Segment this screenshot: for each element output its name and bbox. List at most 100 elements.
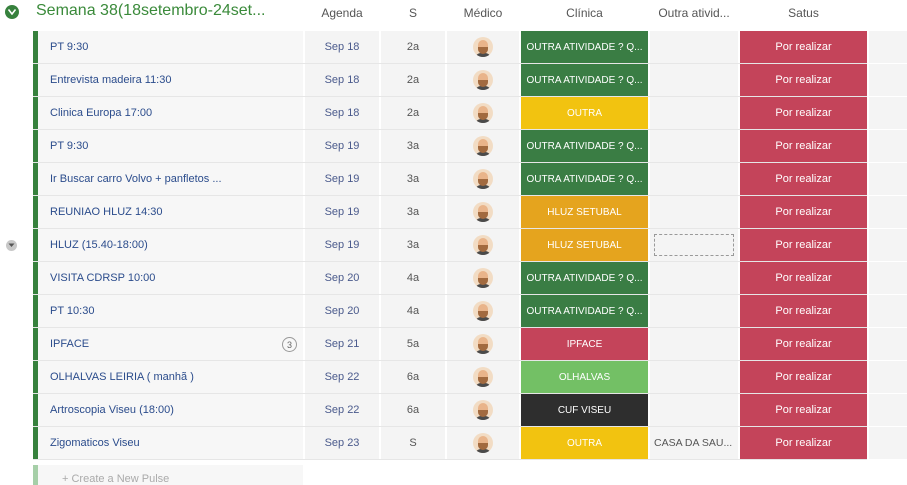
pulse-name[interactable]: Clinica Europa 17:00	[33, 97, 303, 129]
agenda-date-cell[interactable]: Sep 20	[305, 295, 379, 327]
table-row[interactable]: HLUZ (15.40-18:00) Sep 19 3a HLUZ SETUBAL Po…	[0, 229, 907, 262]
outra-atividade-cell[interactable]	[650, 130, 738, 162]
column-header-medico[interactable]: Médico	[447, 6, 519, 20]
medico-cell[interactable]	[447, 295, 519, 327]
satus-status-cell[interactable]: Por realizar	[740, 427, 867, 459]
outra-atividade-cell[interactable]: CASA DA SAU...	[650, 427, 738, 459]
table-row[interactable]: PT 9:30 Sep 19 3a OUTRA ATIVIDADE ? Q... Por…	[0, 130, 907, 163]
table-row[interactable]: Entrevista madeira 11:30 Sep 18 2a OUTRA AT…	[0, 64, 907, 97]
weekday-cell[interactable]: 3a	[381, 196, 445, 228]
agenda-date-cell[interactable]: Sep 22	[305, 361, 379, 393]
agenda-date-cell[interactable]: Sep 22	[305, 394, 379, 426]
medico-cell[interactable]	[447, 229, 519, 261]
medico-cell[interactable]	[447, 97, 519, 129]
clinica-status-cell[interactable]: HLUZ SETUBAL	[521, 229, 648, 261]
agenda-date-cell[interactable]: Sep 20	[305, 262, 379, 294]
weekday-cell[interactable]: 2a	[381, 64, 445, 96]
clinica-status-cell[interactable]: OUTRA ATIVIDADE ? Q...	[521, 64, 648, 96]
clinica-status-cell[interactable]: OUTRA ATIVIDADE ? Q...	[521, 295, 648, 327]
pulse-name[interactable]: HLUZ (15.40-18:00)	[33, 229, 303, 261]
clinica-status-cell[interactable]: HLUZ SETUBAL	[521, 196, 648, 228]
outra-atividade-cell[interactable]	[650, 262, 738, 294]
agenda-date-cell[interactable]: Sep 19	[305, 163, 379, 195]
agenda-date-cell[interactable]: Sep 18	[305, 31, 379, 63]
satus-status-cell[interactable]: Por realizar	[740, 262, 867, 294]
pulse-name[interactable]: VISITA CDRSP 10:00	[33, 262, 303, 294]
outra-atividade-cell[interactable]	[650, 64, 738, 96]
satus-status-cell[interactable]: Por realizar	[740, 31, 867, 63]
weekday-cell[interactable]: 3a	[381, 229, 445, 261]
satus-status-cell[interactable]: Por realizar	[740, 361, 867, 393]
column-header-agenda[interactable]: Agenda	[305, 6, 379, 20]
weekday-cell[interactable]: 3a	[381, 130, 445, 162]
medico-cell[interactable]	[447, 196, 519, 228]
satus-status-cell[interactable]: Por realizar	[740, 130, 867, 162]
clinica-status-cell[interactable]: OUTRA	[521, 427, 648, 459]
clinica-status-cell[interactable]: OUTRA	[521, 97, 648, 129]
table-row[interactable]: Artroscopia Viseu (18:00) Sep 22 6a CUF VIS…	[0, 394, 907, 427]
updates-count-badge[interactable]: 3	[282, 337, 297, 352]
agenda-date-cell[interactable]: Sep 19	[305, 130, 379, 162]
column-header-clinica[interactable]: Clínica	[521, 6, 648, 20]
outra-atividade-cell[interactable]	[650, 394, 738, 426]
pulse-name[interactable]: PT 9:30	[33, 130, 303, 162]
table-row[interactable]: IPFACE 3 Sep 21 5a IPFACE Por realizar	[0, 328, 907, 361]
pulse-name[interactable]: Artroscopia Viseu (18:00)	[33, 394, 303, 426]
medico-cell[interactable]	[447, 262, 519, 294]
satus-status-cell[interactable]: Por realizar	[740, 97, 867, 129]
group-title[interactable]: Semana 38(18setembro-24set...	[36, 2, 265, 20]
weekday-cell[interactable]: 6a	[381, 394, 445, 426]
satus-status-cell[interactable]: Por realizar	[740, 295, 867, 327]
satus-status-cell[interactable]: Por realizar	[740, 229, 867, 261]
pulse-name[interactable]: PT 9:30	[33, 31, 303, 63]
table-row[interactable]: OLHALVAS LEIRIA ( manhã ) Sep 22 6a OLHALVA…	[0, 361, 907, 394]
agenda-date-cell[interactable]: Sep 21	[305, 328, 379, 360]
table-row[interactable]: REUNIAO HLUZ 14:30 Sep 19 3a HLUZ SETUBAL Po…	[0, 196, 907, 229]
column-header-s[interactable]: S	[381, 6, 445, 20]
clinica-status-cell[interactable]: CUF VISEU	[521, 394, 648, 426]
pulse-name[interactable]: Zigomaticos Viseu	[33, 427, 303, 459]
weekday-cell[interactable]: 6a	[381, 361, 445, 393]
pulse-name[interactable]: REUNIAO HLUZ 14:30	[33, 196, 303, 228]
clinica-status-cell[interactable]: OLHALVAS	[521, 361, 648, 393]
pulse-name[interactable]: PT 10:30	[33, 295, 303, 327]
satus-status-cell[interactable]: Por realizar	[740, 64, 867, 96]
outra-atividade-cell[interactable]	[650, 328, 738, 360]
medico-cell[interactable]	[447, 394, 519, 426]
outra-atividade-cell[interactable]	[650, 361, 738, 393]
weekday-cell[interactable]: 2a	[381, 31, 445, 63]
outra-atividade-cell[interactable]	[650, 31, 738, 63]
weekday-cell[interactable]: 2a	[381, 97, 445, 129]
pulse-name[interactable]: Entrevista madeira 11:30	[33, 64, 303, 96]
pulse-name[interactable]: OLHALVAS LEIRIA ( manhã )	[33, 361, 303, 393]
clinica-status-cell[interactable]: OUTRA ATIVIDADE ? Q...	[521, 31, 648, 63]
medico-cell[interactable]	[447, 130, 519, 162]
clinica-status-cell[interactable]: OUTRA ATIVIDADE ? Q...	[521, 163, 648, 195]
agenda-date-cell[interactable]: Sep 18	[305, 97, 379, 129]
table-row[interactable]: VISITA CDRSP 10:00 Sep 20 4a OUTRA ATIVIDAD…	[0, 262, 907, 295]
column-header-satus[interactable]: Satus	[740, 6, 867, 20]
table-row[interactable]: Clinica Europa 17:00 Sep 18 2a OUTRA Por rea…	[0, 97, 907, 130]
medico-cell[interactable]	[447, 427, 519, 459]
clinica-status-cell[interactable]: OUTRA ATIVIDADE ? Q...	[521, 130, 648, 162]
satus-status-cell[interactable]: Por realizar	[740, 163, 867, 195]
weekday-cell[interactable]: S	[381, 427, 445, 459]
outra-atividade-cell[interactable]	[650, 97, 738, 129]
agenda-date-cell[interactable]: Sep 19	[305, 229, 379, 261]
agenda-date-cell[interactable]: Sep 23	[305, 427, 379, 459]
medico-cell[interactable]	[447, 328, 519, 360]
pulse-name[interactable]: Ir Buscar carro Volvo + panfletos ...	[33, 163, 303, 195]
weekday-cell[interactable]: 4a	[381, 295, 445, 327]
column-header-outra-atividade[interactable]: Outra ativid...	[650, 6, 738, 20]
weekday-cell[interactable]: 4a	[381, 262, 445, 294]
outra-atividade-cell[interactable]	[650, 163, 738, 195]
agenda-date-cell[interactable]: Sep 18	[305, 64, 379, 96]
satus-status-cell[interactable]: Por realizar	[740, 328, 867, 360]
clinica-status-cell[interactable]: IPFACE	[521, 328, 648, 360]
satus-status-cell[interactable]: Por realizar	[740, 394, 867, 426]
outra-atividade-cell[interactable]	[650, 196, 738, 228]
satus-status-cell[interactable]: Por realizar	[740, 196, 867, 228]
medico-cell[interactable]	[447, 163, 519, 195]
agenda-date-cell[interactable]: Sep 19	[305, 196, 379, 228]
collapse-group-icon[interactable]	[5, 5, 19, 19]
